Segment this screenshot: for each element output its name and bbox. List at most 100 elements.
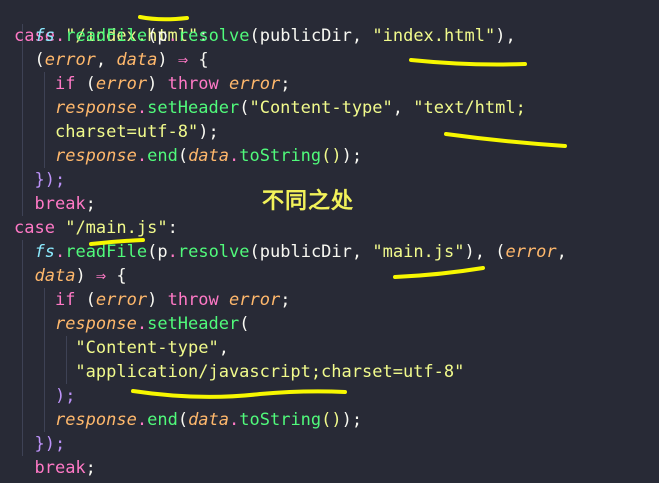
punctuation: ); [341,410,363,430]
code-line-2: fs.readFile(p.resolve(publicDir, "index.… [14,24,515,48]
code-editor[interactable]: case "/index.html": fs.readFile(p.resolv… [0,0,659,483]
code-line-5: response.setHeader("Content-type", "text… [14,96,526,120]
identifier-publicdir: publicDir [259,26,352,46]
function-name: readFile [65,26,148,46]
identifier-fs: fs [34,242,55,262]
code-line-15: "Content-type", [14,336,229,360]
identifier-publicdir: publicDir [259,242,352,262]
punctuation: . [136,98,148,118]
param-error: error [95,74,148,94]
code-line-11: fs.readFile(p.resolve(publicDir, "main.j… [14,240,567,264]
code-line-16: "application/javascript;charset=utf-8" [14,360,464,384]
punctuation: . [167,242,178,262]
param-data: data [34,266,76,286]
string-literal: "Content-type" [75,338,219,358]
param-response: response [54,98,137,118]
function-name: setHeader [147,314,240,334]
string-literal: charset=utf-8" [54,122,199,142]
punctuation: . [167,26,178,46]
punctuation: , [556,242,567,262]
keyword-throw: throw [167,74,219,94]
punctuation: ) [147,290,168,310]
keyword-case: case [14,218,55,238]
param-error: error [505,242,557,262]
punctuation: ( [177,410,189,430]
keyword-if: if [54,290,76,310]
code-line-20: break; [14,456,96,480]
punctuation: ); [198,122,219,142]
underline-index-html-arg [409,58,527,67]
punctuation: ( [249,242,260,262]
punctuation: , [351,242,373,262]
punctuation: { [116,266,127,286]
param-response: response [54,146,137,166]
string-literal: "index.html" [372,26,496,46]
underline-text-html [444,132,567,148]
punctuation: . [229,146,240,166]
code-line-7: response.end(data.toString()); [14,144,362,168]
punctuation: . [54,26,66,46]
param-error: error [44,50,96,70]
underline-main-js-arg [393,266,485,279]
punctuation: ( [177,146,189,166]
punctuation: : [167,218,178,238]
punctuation: ), [464,242,496,262]
punctuation: ) [75,266,86,286]
punctuation: ( [75,74,96,94]
param-error: error [218,74,281,94]
code-line-19: }); [14,432,65,456]
punctuation: ; [85,194,96,214]
identifier-p: p [157,26,168,46]
code-line-8: }); [14,168,65,192]
punctuation: , [392,98,414,118]
code-line-9: break; [14,192,96,216]
param-data: data [188,410,230,430]
punctuation: , [95,50,117,70]
punctuation: () [321,410,342,430]
identifier-p: p [157,242,168,262]
function-name: end [147,146,178,166]
punctuation: ) [157,50,168,70]
code-line-6: charset=utf-8"); [14,120,219,144]
punctuation: }); [34,434,66,454]
punctuation: ( [495,242,506,262]
code-line-10: case "/main.js": [14,216,178,240]
arrow-operator: ⇒ [85,266,117,286]
param-response: response [54,314,137,334]
punctuation: ( [34,50,45,70]
code-line-12: data) ⇒ { [14,264,127,288]
punctuation: ( [249,26,260,46]
param-error: error [95,290,148,310]
punctuation: , [351,26,373,46]
param-error: error [218,290,281,310]
function-name: end [147,410,178,430]
punctuation: . [229,410,240,430]
function-name: resolve [177,242,250,262]
punctuation: ; [85,458,96,478]
keyword-break: break [34,458,86,478]
string-literal: "text/html; [413,98,526,118]
string-literal: "main.js" [372,242,465,262]
punctuation: . [136,146,148,166]
code-line-4: if (error) throw error; [14,72,291,96]
punctuation: ) [147,74,168,94]
param-response: response [54,410,137,430]
punctuation: . [136,410,148,430]
punctuation: ); [54,386,76,406]
param-data: data [188,146,230,166]
string-literal: "/main.js" [65,218,168,238]
identifier-fs: fs [34,26,55,46]
string-literal: "application/javascript;charset=utf-8" [75,362,465,382]
function-name: toString [239,146,322,166]
punctuation: . [54,242,66,262]
punctuation: ; [280,74,291,94]
punctuation: ; [280,290,291,310]
punctuation: }); [34,170,66,190]
punctuation: . [136,314,148,334]
punctuation: , [218,338,229,358]
punctuation: ( [75,290,96,310]
annotation-label: 不同之处 [262,189,355,214]
function-name: resolve [177,26,250,46]
punctuation: ( [239,314,250,334]
code-line-14: response.setHeader( [14,312,250,336]
